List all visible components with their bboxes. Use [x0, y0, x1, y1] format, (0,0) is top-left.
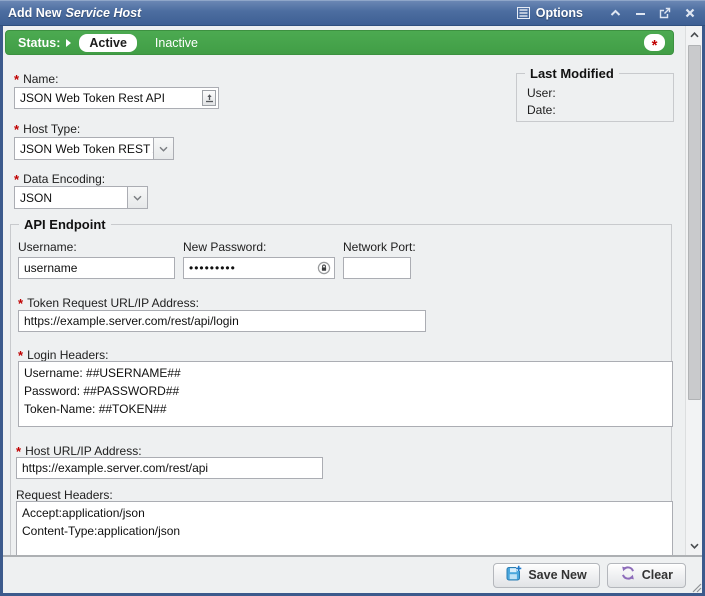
popout-button[interactable]	[658, 6, 672, 20]
username-label: Username:	[18, 241, 77, 254]
chevron-up-icon	[690, 32, 699, 38]
save-new-icon	[506, 565, 522, 586]
new-password-field-wrap	[183, 257, 335, 279]
clear-refresh-icon	[620, 565, 636, 586]
host-url-label-text: Host URL/IP Address:	[25, 444, 142, 458]
status-bar: Status: Active Inactive *	[5, 30, 674, 55]
scroll-up-button[interactable]	[686, 27, 703, 43]
host-url-input[interactable]	[16, 457, 323, 479]
new-password-input[interactable]	[183, 257, 335, 279]
minimize-button[interactable]	[633, 6, 647, 20]
host-url-label: *Host URL/IP Address:	[16, 444, 142, 458]
request-headers-textarea[interactable]: Accept:application/json Content-Type:app…	[16, 501, 673, 555]
dialog-body: Status: Active Inactive * * Name: Last Mo…	[3, 26, 702, 593]
name-label: * Name:	[14, 72, 58, 86]
window-title-prefix: Add New	[8, 6, 61, 20]
chevron-down-icon	[159, 146, 168, 152]
last-modified-fieldset: Last Modified User: Date:	[516, 73, 674, 122]
data-encoding-select[interactable]: JSON	[14, 186, 148, 209]
status-tab-inactive[interactable]: Inactive	[155, 36, 198, 50]
data-encoding-selected-value: JSON	[14, 186, 128, 209]
host-type-select[interactable]: JSON Web Token REST API	[14, 137, 174, 160]
status-tab-active[interactable]: Active	[79, 34, 137, 52]
api-endpoint-legend: API Endpoint	[19, 217, 111, 232]
save-new-button[interactable]: Save New	[493, 563, 599, 588]
host-type-label-text: Host Type:	[23, 122, 80, 136]
last-modified-legend: Last Modified	[525, 66, 619, 81]
window-title: Add New Service Host	[8, 6, 141, 20]
chevron-down-icon	[133, 195, 142, 201]
options-menu-icon	[517, 6, 531, 20]
required-asterisk: *	[14, 122, 19, 137]
name-field-wrap	[14, 87, 219, 109]
name-field-trigger-icon[interactable]	[202, 90, 216, 106]
footer-toolbar: Save New Clear	[3, 555, 702, 593]
token-request-url-label: * Token Request URL/IP Address:	[18, 296, 199, 310]
data-encoding-label-text: Data Encoding:	[23, 172, 105, 186]
network-port-input[interactable]	[343, 257, 411, 279]
clear-button[interactable]: Clear	[607, 563, 686, 588]
scroll-down-button[interactable]	[686, 538, 703, 554]
options-button[interactable]: Options	[517, 6, 583, 20]
data-encoding-dropdown-trigger[interactable]	[128, 186, 148, 209]
new-password-label: New Password:	[183, 241, 266, 254]
resize-grip[interactable]	[689, 580, 702, 593]
last-modified-user-row: User:	[527, 86, 556, 100]
required-asterisk: *	[14, 72, 19, 87]
username-input[interactable]	[18, 257, 175, 279]
host-type-selected-value: JSON Web Token REST API	[14, 137, 154, 160]
collapse-button[interactable]	[608, 6, 622, 20]
login-headers-label: *Login Headers:	[18, 348, 108, 362]
login-headers-label-text: Login Headers:	[27, 348, 108, 362]
data-encoding-label: * Data Encoding:	[14, 172, 105, 186]
scrollbar-thumb[interactable]	[688, 45, 701, 400]
add-service-host-window: Add New Service Host Options	[0, 0, 705, 596]
save-new-label: Save New	[528, 568, 586, 582]
window-title-emphasis: Service Host	[65, 6, 141, 20]
required-asterisk: *	[14, 172, 19, 187]
chevron-down-icon	[690, 543, 699, 549]
token-request-url-input[interactable]	[18, 310, 426, 332]
host-type-dropdown-trigger[interactable]	[154, 137, 174, 160]
titlebar[interactable]: Add New Service Host Options	[0, 0, 705, 26]
password-lock-icon[interactable]	[317, 261, 331, 275]
options-label: Options	[536, 6, 583, 20]
status-label: Status:	[18, 36, 60, 50]
name-label-text: Name:	[23, 72, 58, 86]
date-label: Date:	[527, 103, 556, 117]
host-type-label: * Host Type:	[14, 122, 80, 136]
vertical-scrollbar[interactable]	[685, 26, 702, 555]
network-port-label: Network Port:	[343, 241, 416, 254]
required-indicator-badge: *	[644, 34, 665, 51]
name-input[interactable]	[14, 87, 219, 109]
login-headers-textarea[interactable]: Username: ##USERNAME## Password: ##PASSW…	[18, 361, 673, 427]
user-label: User:	[527, 86, 556, 100]
token-request-url-label-text: Token Request URL/IP Address:	[27, 296, 199, 310]
last-modified-date-row: Date:	[527, 103, 556, 117]
required-asterisk: *	[652, 41, 658, 51]
form-scroll-area: Status: Active Inactive * * Name: Last Mo…	[3, 26, 685, 555]
close-button[interactable]	[683, 6, 697, 20]
status-arrow-icon	[66, 39, 71, 47]
required-asterisk: *	[18, 296, 23, 311]
clear-label: Clear	[642, 568, 673, 582]
